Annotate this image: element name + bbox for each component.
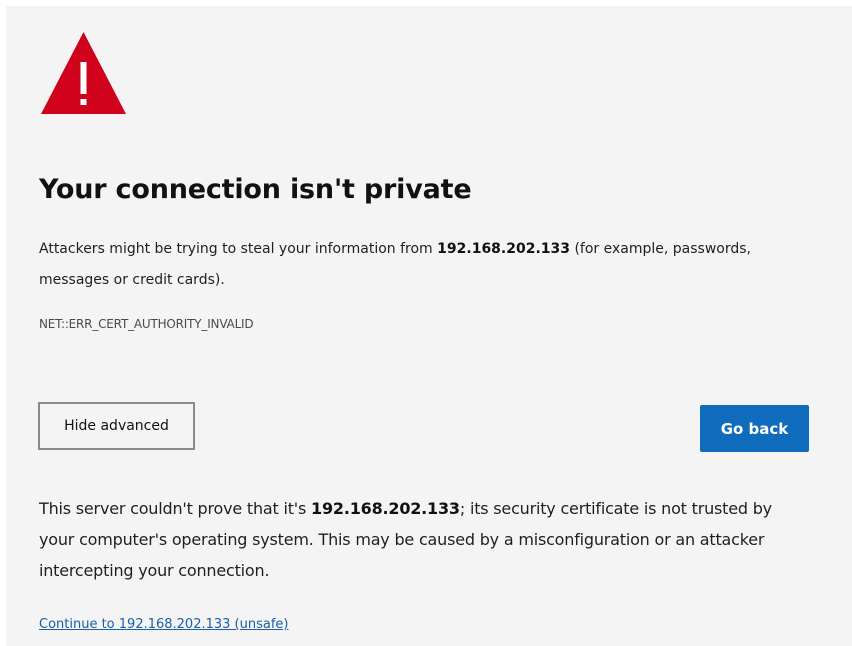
details-text: This server couldn't prove that it's [39,499,312,518]
warning-summary: Attackers might be trying to steal your … [39,234,759,296]
warning-icon [41,32,126,114]
host-address: 192.168.202.133 [437,241,571,257]
page-title: Your connection isn't private [39,174,472,205]
go-back-button[interactable]: Go back [700,405,809,452]
proceed-unsafe-link[interactable]: Continue to 192.168.202.133 (unsafe) [39,617,289,632]
summary-text: Attackers might be trying to steal your … [39,241,438,257]
hide-advanced-button[interactable]: Hide advanced [38,402,195,450]
error-code: NET::ERR_CERT_AUTHORITY_INVALID [39,317,254,331]
advanced-details: This server couldn't prove that it's 192… [39,493,799,586]
error-page: Your connection isn't private Attackers … [6,6,852,646]
details-host-address: 192.168.202.133 [311,499,460,518]
